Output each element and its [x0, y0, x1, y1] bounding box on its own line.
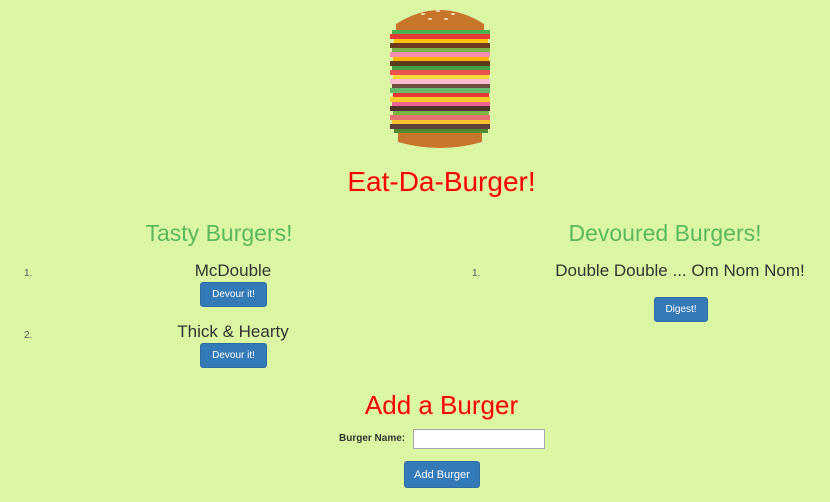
digest-button[interactable]: Digest!: [654, 297, 708, 322]
list-number: 2.: [24, 330, 33, 341]
devour-button[interactable]: Devour it!: [200, 282, 267, 307]
burger-name-input[interactable]: [413, 429, 545, 449]
burger-name: Thick & Hearty: [177, 322, 289, 341]
burger-name: Double Double ... Om Nom Nom!: [555, 261, 805, 280]
burger-name-label: Burger Name:: [339, 433, 406, 444]
burger-name: McDouble: [194, 261, 272, 280]
list-number: 1.: [472, 268, 481, 279]
burger-tower-image: [390, 10, 490, 148]
add-burger-button[interactable]: Add Burger: [404, 461, 480, 488]
page-title: Eat-Da-Burger!: [347, 166, 536, 197]
devoured-burgers-heading: Devoured Burgers!: [568, 220, 762, 246]
devour-button[interactable]: Devour it!: [200, 343, 267, 368]
add-burger-heading: Add a Burger: [364, 390, 519, 420]
list-number: 1.: [24, 268, 33, 279]
tasty-burgers-heading: Tasty Burgers!: [145, 220, 293, 246]
